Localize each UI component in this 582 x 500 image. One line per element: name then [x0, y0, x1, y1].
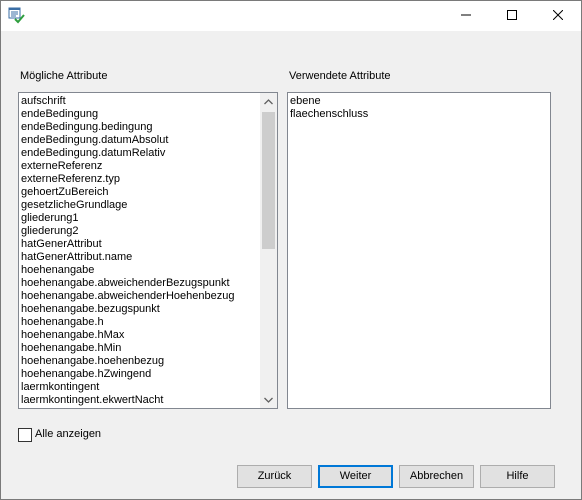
close-icon [552, 9, 564, 23]
list-item[interactable]: ebene [290, 95, 548, 108]
list-item[interactable]: flaechenschluss [290, 108, 548, 121]
available-attributes-list[interactable]: aufschrift endeBedingung endeBedingung.bed… [18, 92, 278, 409]
show-all-label[interactable]: Alle anzeigen [35, 428, 101, 440]
minimize-button[interactable] [443, 1, 489, 31]
scroll-thumb[interactable] [262, 112, 275, 249]
list-item[interactable]: externeReferenz.typ [21, 173, 259, 186]
available-attributes-items: aufschrift endeBedingung endeBedingung.bed… [21, 95, 259, 407]
list-item[interactable]: hoehenangabe.hMin [21, 342, 259, 355]
back-button[interactable]: Zurück [237, 465, 312, 488]
help-button[interactable]: Hilfe [480, 465, 555, 488]
list-item[interactable]: gliederung2 [21, 225, 259, 238]
close-button[interactable] [535, 1, 581, 31]
list-item[interactable]: hoehenangabe [21, 264, 259, 277]
list-item[interactable]: gliederung1 [21, 212, 259, 225]
cancel-button[interactable]: Abbrechen [399, 465, 474, 488]
list-item[interactable]: hoehenangabe.hoehenbezug [21, 355, 259, 368]
list-item[interactable]: hoehenangabe.h [21, 316, 259, 329]
list-item[interactable]: hoehenangabe.abweichenderHoehenbezug [21, 290, 259, 303]
list-item[interactable]: externeReferenz [21, 160, 259, 173]
dialog-window: Mögliche Attribute aufschrift endeBedingu… [0, 0, 582, 500]
used-attributes-list[interactable]: ebene flaechenschluss [287, 92, 551, 409]
list-item[interactable]: endeBedingung [21, 108, 259, 121]
list-item[interactable]: gehoertZuBereich [21, 186, 259, 199]
minimize-icon [461, 10, 471, 23]
list-item[interactable]: hoehenangabe.abweichenderBezugspunkt [21, 277, 259, 290]
used-attributes-items: ebene flaechenschluss [290, 95, 548, 121]
show-all-checkbox[interactable] [18, 428, 32, 442]
available-list-scrollbar[interactable] [260, 93, 277, 408]
available-attributes-label: Mögliche Attribute [20, 70, 108, 82]
maximize-button[interactable] [489, 1, 535, 31]
list-item[interactable]: hatGenerAttribut.name [21, 251, 259, 264]
list-item[interactable]: aufschrift [21, 95, 259, 108]
list-item[interactable]: hatGenerAttribut [21, 238, 259, 251]
next-button[interactable]: Weiter [318, 465, 393, 488]
maximize-icon [507, 9, 517, 23]
scroll-down-button[interactable] [260, 391, 277, 408]
list-item[interactable]: laermkontingent [21, 381, 259, 394]
scroll-up-button[interactable] [260, 93, 277, 110]
list-item[interactable]: endeBedingung.bedingung [21, 121, 259, 134]
list-check-icon [8, 7, 26, 25]
chevron-down-icon [264, 394, 273, 406]
list-item[interactable]: laermkontingent.ekwertNacht [21, 394, 259, 407]
list-item[interactable]: hoehenangabe.hZwingend [21, 368, 259, 381]
list-item[interactable]: hoehenangabe.bezugspunkt [21, 303, 259, 316]
list-item[interactable]: gesetzlicheGrundlage [21, 199, 259, 212]
used-attributes-label: Verwendete Attribute [289, 70, 391, 82]
title-bar[interactable] [1, 1, 581, 31]
chevron-up-icon [264, 96, 273, 108]
list-item[interactable]: endeBedingung.datumRelativ [21, 147, 259, 160]
list-item[interactable]: hoehenangabe.hMax [21, 329, 259, 342]
list-item[interactable]: endeBedingung.datumAbsolut [21, 134, 259, 147]
